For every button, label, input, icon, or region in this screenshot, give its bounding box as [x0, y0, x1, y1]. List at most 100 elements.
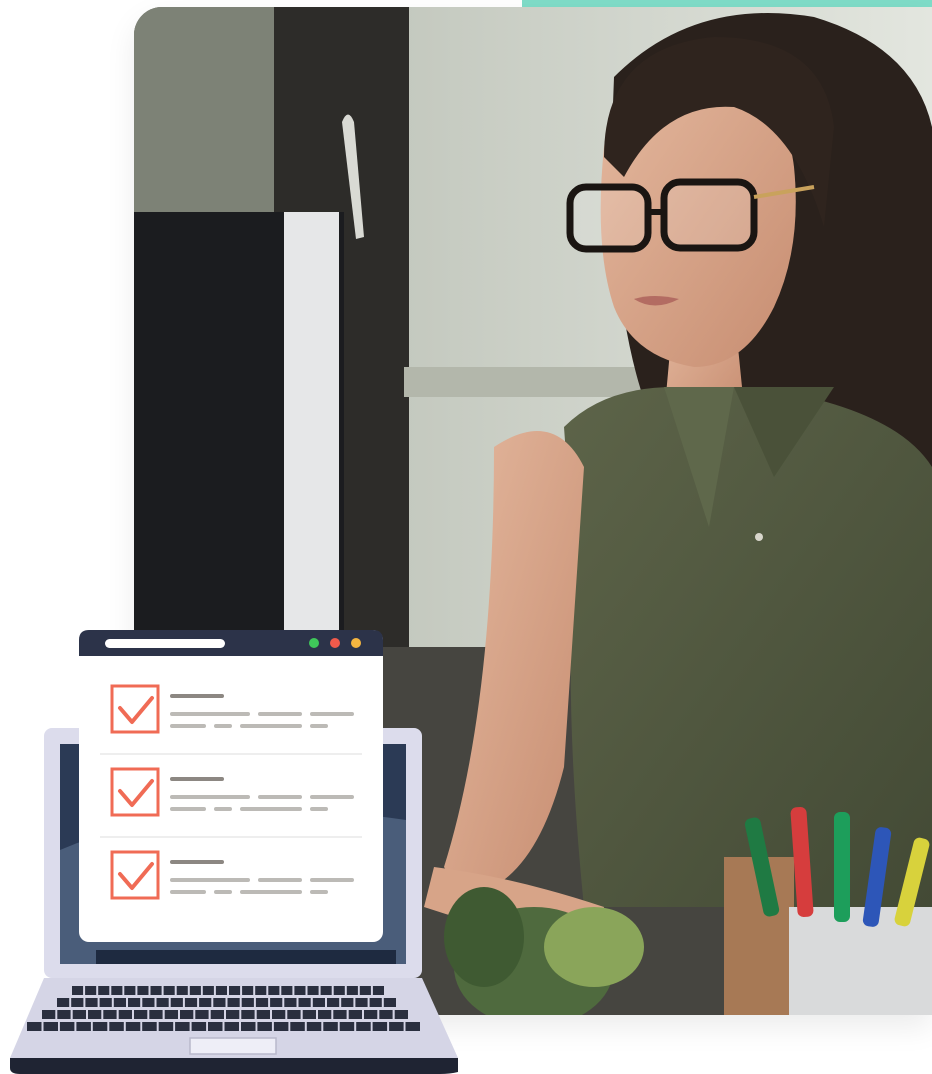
window-dot-red: [330, 638, 340, 648]
keyboard-key: [88, 1010, 102, 1019]
laptop-checklist-illustration: [10, 630, 458, 1074]
keyboard-key: [72, 986, 84, 995]
keyboard-key: [229, 986, 241, 995]
keyboard-key: [339, 1022, 355, 1031]
text-placeholder-line: [310, 795, 354, 799]
keyboard-key: [356, 1022, 371, 1031]
keyboard-key: [302, 1010, 316, 1019]
keyboard-key: [134, 1010, 148, 1019]
keyboard-key: [92, 1022, 108, 1031]
text-placeholder-line: [170, 724, 206, 728]
text-placeholder-line: [170, 890, 206, 894]
text-placeholder-line: [240, 807, 302, 811]
text-placeholder-line: [170, 694, 224, 698]
keyboard-key: [210, 1010, 224, 1019]
keyboard-key: [383, 998, 396, 1007]
keyboard-key: [272, 1010, 286, 1019]
keyboard-key: [213, 998, 226, 1007]
keyboard-key: [57, 1010, 71, 1019]
keyboard-key: [227, 998, 240, 1007]
keyboard-key: [255, 986, 267, 995]
text-placeholder-line: [310, 712, 354, 716]
trackpad: [189, 1037, 277, 1055]
keyboard-key: [208, 1022, 223, 1031]
keyboard-key: [103, 1010, 117, 1019]
window-dot-green: [309, 638, 319, 648]
keyboard-key: [195, 1010, 209, 1019]
keyboard-key: [405, 1022, 420, 1031]
keyboard-key: [149, 1010, 163, 1019]
keyboard-key: [163, 986, 175, 995]
keyboard-key: [164, 1010, 178, 1019]
text-placeholder-line: [258, 795, 302, 799]
keyboard-key: [113, 998, 126, 1007]
keyboard-key: [175, 1022, 190, 1031]
keyboard-key: [224, 1022, 239, 1031]
keyboard-key: [372, 1022, 388, 1031]
keyboard-key: [318, 1010, 332, 1019]
keyboard-key: [137, 986, 149, 995]
keyboard-key: [287, 1010, 301, 1019]
keyboard-key: [394, 1010, 408, 1019]
keyboard-key: [124, 986, 136, 995]
keyboard-key: [142, 1022, 157, 1031]
text-placeholder-line: [170, 807, 206, 811]
text-placeholder-line: [310, 878, 354, 882]
keyboard-key: [372, 986, 384, 995]
keyboard-key: [327, 998, 340, 1007]
text-placeholder-line: [170, 878, 250, 882]
text-placeholder-line: [170, 712, 250, 716]
keyboard-key: [125, 1022, 141, 1031]
keyboard-key: [150, 986, 162, 995]
keyboard-key: [27, 1022, 42, 1031]
keyboard-key: [43, 1022, 58, 1031]
address-bar: [105, 639, 225, 648]
text-placeholder-line: [214, 807, 232, 811]
keyboard-key: [176, 986, 188, 995]
keyboard-key: [42, 1010, 56, 1019]
keyboard-key: [341, 998, 354, 1007]
keyboard-key: [257, 1022, 272, 1031]
text-placeholder-line: [240, 890, 302, 894]
keyboard-key: [118, 1010, 132, 1019]
keyboard-key: [389, 1022, 404, 1031]
keyboard-key: [111, 986, 123, 995]
keyboard-key: [57, 998, 70, 1007]
keyboard-key: [109, 1022, 124, 1031]
keyboard-key: [255, 998, 269, 1007]
text-placeholder-line: [258, 878, 302, 882]
keyboard-key: [369, 998, 382, 1007]
keyboard-key: [256, 1010, 270, 1019]
text-placeholder-line: [170, 777, 224, 781]
text-placeholder-line: [170, 860, 224, 864]
keyboard-key: [99, 998, 112, 1007]
keyboard-key: [346, 986, 358, 995]
keyboard-key: [270, 998, 283, 1007]
text-placeholder-line: [310, 807, 328, 811]
keyboard-key: [85, 998, 98, 1007]
keyboard-key: [281, 986, 293, 995]
keyboard-key: [170, 998, 183, 1007]
keyboard-key: [76, 1022, 91, 1031]
keyboard-key: [226, 1010, 240, 1019]
keyboard-key: [71, 998, 84, 1007]
keyboard-key: [72, 1010, 86, 1019]
text-placeholder-line: [214, 890, 232, 894]
keyboard-key: [142, 998, 155, 1007]
keyboard-key: [312, 998, 325, 1007]
keyboard-key: [202, 986, 214, 995]
keyboard-key: [242, 986, 254, 995]
keyboard-key: [306, 1022, 322, 1031]
text-placeholder-line: [258, 712, 302, 716]
keyboard-key: [158, 1022, 174, 1031]
keyboard-key: [355, 998, 368, 1007]
keyboard-key: [298, 998, 311, 1007]
keyboard-key: [290, 1022, 305, 1031]
window-dot-yellow: [351, 638, 361, 648]
keyboard-key: [128, 998, 141, 1007]
keyboard-key: [333, 986, 345, 995]
keyboard-key: [85, 986, 97, 995]
glasses: [566, 183, 652, 253]
keyboard-key: [180, 1010, 194, 1019]
teal-accent-bar: [522, 0, 932, 7]
